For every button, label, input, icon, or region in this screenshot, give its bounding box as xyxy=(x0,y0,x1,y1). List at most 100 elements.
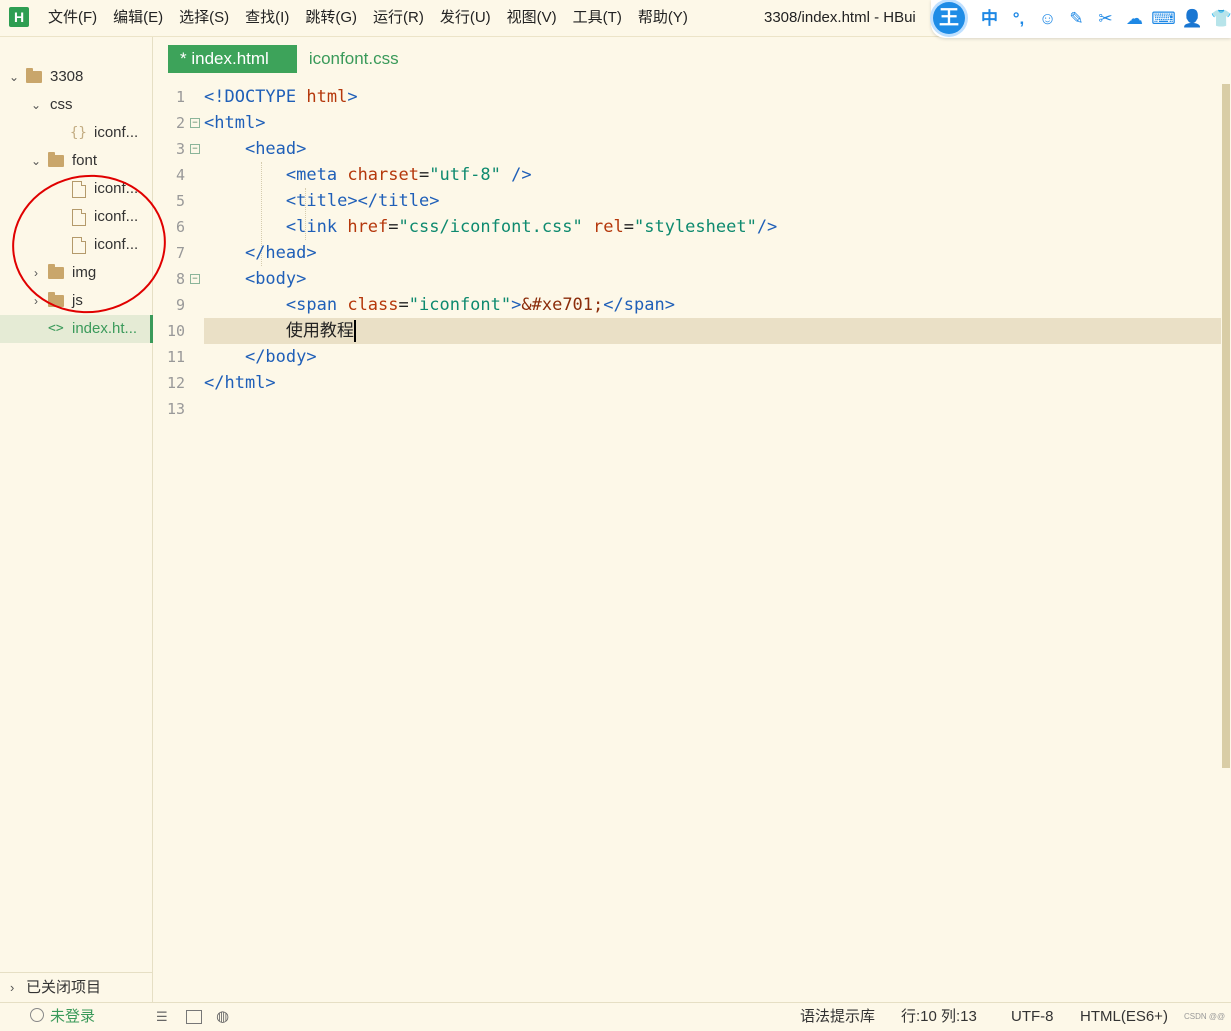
chinese-mode-icon[interactable]: 中 xyxy=(975,0,1004,38)
code-text: <html> xyxy=(204,113,266,133)
code-text: <body> xyxy=(244,269,307,289)
code-line[interactable]: 12 </html> xyxy=(153,370,1223,396)
code-line[interactable]: 11 </body> xyxy=(153,344,1223,370)
tree-item[interactable]: ⌄ font xyxy=(0,147,152,175)
tree-item[interactable]: ⌄ css xyxy=(0,91,152,119)
skin-icon[interactable]: 👕 xyxy=(1207,0,1231,38)
hbuilder-logo-icon: H xyxy=(9,7,29,27)
code-line[interactable]: 5 <title></title> xyxy=(153,188,1223,214)
tree-item[interactable]: › img xyxy=(0,259,152,287)
line-number: 2 xyxy=(175,114,185,132)
code-text: <span class="iconfont">&#xe701;</span> xyxy=(285,295,675,315)
code-line[interactable]: 3− <head> xyxy=(153,136,1223,162)
chevron-right-icon[interactable]: › xyxy=(30,287,42,315)
tab-index-html[interactable]: * index.html xyxy=(168,45,297,73)
line-number: 9 xyxy=(175,296,185,314)
tree-item-label: iconf... xyxy=(94,236,139,253)
menu-item[interactable]: 文件(F) xyxy=(40,0,105,36)
fold-toggle-icon[interactable]: − xyxy=(190,274,200,284)
language-mode[interactable]: HTML(ES6+) xyxy=(1080,1003,1168,1031)
code-text: <meta charset="utf-8" /> xyxy=(285,165,532,185)
ime-toolbar: 王 中 °, ☺ ✎ ✂ ☁ ⌨ 👤 👕 xyxy=(931,0,1231,38)
line-number: 13 xyxy=(166,400,185,418)
code-line[interactable]: 10 使用教程 xyxy=(153,318,1223,344)
code-text: <!DOCTYPE html> xyxy=(204,87,358,107)
tree-item[interactable]: iconf... xyxy=(0,231,152,259)
menu-item[interactable]: 选择(S) xyxy=(171,0,237,36)
menu-item[interactable]: 帮助(Y) xyxy=(630,0,696,36)
status-bar: 未登录 ☰ ◍ 语法提示库 行:10 列:13 UTF-8 HTML(ES6+)… xyxy=(0,1002,1231,1031)
list-icon[interactable]: ☰ xyxy=(156,1003,168,1031)
chevron-down-icon[interactable]: ⌄ xyxy=(30,91,42,119)
tree-item[interactable]: ⌄ 3308 xyxy=(0,63,152,91)
chevron-right-icon: › xyxy=(10,980,15,995)
text-cursor xyxy=(353,320,356,342)
fold-toggle-icon[interactable]: − xyxy=(190,118,200,128)
project-explorer: ⌄ 3308 ⌄ css {} iconf... ⌄ font iconf... iconf...… xyxy=(0,37,175,1003)
scissors-icon[interactable]: ✂ xyxy=(1091,0,1120,38)
terminal-icon[interactable] xyxy=(186,1010,202,1024)
code-text: 使用教程 xyxy=(204,320,356,342)
keyboard-icon[interactable]: ⌨ xyxy=(1149,0,1178,38)
code-line[interactable]: 8− <body> xyxy=(153,266,1223,292)
tree-item[interactable]: iconf... xyxy=(0,175,152,203)
chevron-down-icon[interactable]: ⌄ xyxy=(8,63,20,91)
tree-item[interactable]: <> index.ht... xyxy=(0,315,153,343)
code-text: <head> xyxy=(244,139,307,159)
code-line[interactable]: 2− <html> xyxy=(153,110,1223,136)
login-label: 未登录 xyxy=(50,1008,96,1025)
tree-item-label: font xyxy=(72,152,98,169)
cursor-position[interactable]: 行:10 列:13 xyxy=(901,1003,977,1031)
user-icon xyxy=(30,1008,44,1022)
user-icon[interactable]: 👤 xyxy=(1178,0,1207,38)
tree-item[interactable]: › js xyxy=(0,287,152,315)
tree-item-label: img xyxy=(72,264,97,281)
code-editor[interactable]: 1 <!DOCTYPE html> 2− <html> 3− <head> 4 <meta… xyxy=(153,84,1223,994)
folder-icon xyxy=(48,292,64,307)
login-status[interactable]: 未登录 xyxy=(30,1003,95,1031)
code-line[interactable]: 9 <span class="iconfont">&#xe701;</span> xyxy=(153,292,1223,318)
punctuation-icon[interactable]: °, xyxy=(1004,0,1033,38)
ime-logo-icon[interactable]: 王 xyxy=(933,2,965,34)
tab-iconfont-css[interactable]: iconfont.css xyxy=(297,45,427,73)
file-encoding[interactable]: UTF-8 xyxy=(1011,1003,1054,1031)
menubar: H 文件(F) 编辑(E) 选择(S) 查找(I) 跳转(G) 运行(R) 发行(U) 视图(… xyxy=(0,0,1231,38)
menu-items: 文件(F) 编辑(E) 选择(S) 查找(I) 跳转(G) 运行(R) 发行(U) 视图(V)… xyxy=(40,0,696,36)
cloud-icon[interactable]: ☁ xyxy=(1120,0,1149,38)
editor-tabs: * index.html iconfont.css xyxy=(168,45,427,73)
closed-projects-label: 已关闭项目 xyxy=(26,979,102,996)
tree-item[interactable]: {} iconf... xyxy=(0,119,152,147)
code-line[interactable]: 7 </head> xyxy=(153,240,1223,266)
emoji-icon[interactable]: ☺ xyxy=(1033,0,1062,38)
code-line[interactable]: 13 xyxy=(153,396,1223,422)
code-line[interactable]: 6 <link href="css/iconfont.css" rel="sty… xyxy=(153,214,1223,240)
line-number: 7 xyxy=(175,244,185,262)
chevron-right-icon[interactable]: › xyxy=(30,259,42,287)
chevron-down-icon[interactable]: ⌄ xyxy=(30,147,42,175)
code-text: </body> xyxy=(244,347,317,367)
menu-item[interactable]: 编辑(E) xyxy=(105,0,171,36)
line-number: 12 xyxy=(166,374,185,392)
line-number: 6 xyxy=(175,218,185,236)
menu-item[interactable]: 跳转(G) xyxy=(297,0,365,36)
line-number: 8 xyxy=(175,270,185,288)
tree-item[interactable]: iconf... xyxy=(0,203,152,231)
fold-toggle-icon[interactable]: − xyxy=(190,144,200,154)
tree-item-label: iconf... xyxy=(94,180,139,197)
vertical-scrollbar[interactable] xyxy=(1222,84,1230,768)
handwriting-icon[interactable]: ✎ xyxy=(1062,0,1091,38)
code-line[interactable]: 4 <meta charset="utf-8" /> xyxy=(153,162,1223,188)
closed-projects-section[interactable]: › 已关闭项目 xyxy=(0,972,152,1003)
globe-icon[interactable]: ◍ xyxy=(216,1003,229,1031)
folder-icon xyxy=(48,152,64,167)
folder-icon xyxy=(48,264,64,279)
menu-item[interactable]: 工具(T) xyxy=(565,0,630,36)
menu-item[interactable]: 运行(R) xyxy=(365,0,432,36)
syntax-library[interactable]: 语法提示库 xyxy=(800,1003,875,1031)
code-line[interactable]: 1 <!DOCTYPE html> xyxy=(153,84,1223,110)
folder-icon xyxy=(26,68,42,83)
menu-item[interactable]: 查找(I) xyxy=(237,0,297,36)
line-number: 1 xyxy=(175,88,185,106)
menu-item[interactable]: 视图(V) xyxy=(499,0,565,36)
menu-item[interactable]: 发行(U) xyxy=(432,0,499,36)
